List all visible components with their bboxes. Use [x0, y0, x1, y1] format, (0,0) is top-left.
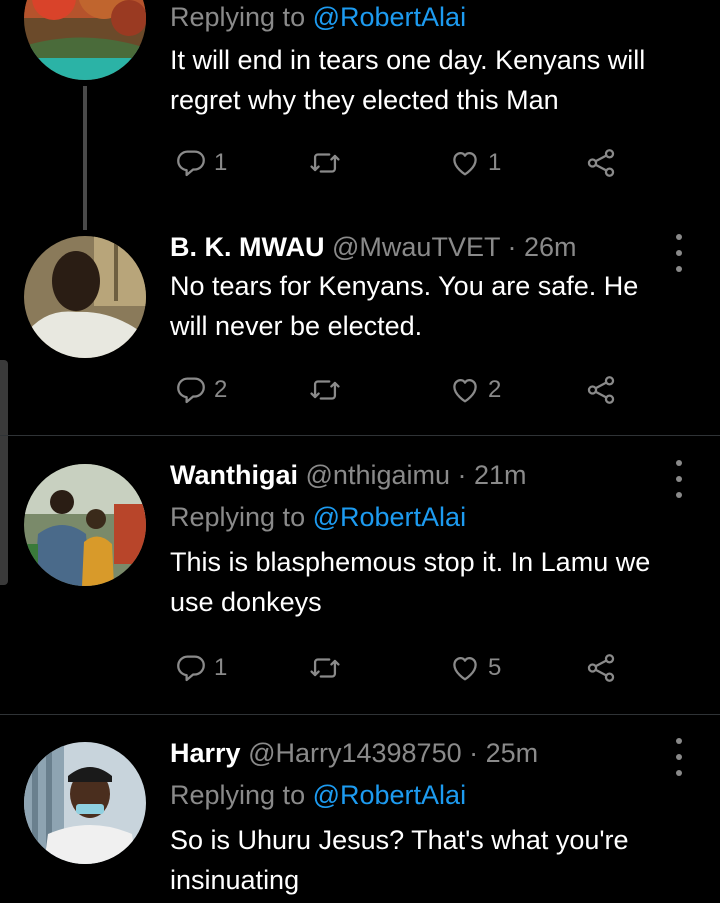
tweet-text: No tears for Kenyans. You are safe. He w…	[170, 271, 639, 341]
avatar-image	[24, 464, 146, 586]
display-name[interactable]: Harry	[170, 738, 241, 768]
reply-button[interactable]: 2	[174, 370, 227, 410]
tweet-text: This is blasphemous stop it. In Lamu we …	[170, 547, 651, 617]
divider	[0, 435, 720, 436]
avatar[interactable]	[24, 742, 146, 864]
timestamp: · 25m	[461, 738, 539, 768]
reply-icon	[177, 150, 205, 177]
retweet-button[interactable]	[308, 143, 342, 183]
more-vertical-icon	[676, 234, 682, 240]
heart-icon	[453, 151, 477, 176]
avatar[interactable]	[24, 0, 146, 80]
display-name[interactable]: B. K. MWAU	[170, 232, 325, 262]
user-handle[interactable]: @Harry14398750	[248, 738, 462, 768]
reply-icon	[177, 377, 205, 404]
tweet-actions: 1 1	[174, 143, 624, 183]
mention-link[interactable]: @RobertAlai	[313, 780, 466, 810]
avatar-image	[24, 236, 146, 358]
share-button[interactable]	[584, 648, 618, 688]
replying-to: Replying to @RobertAlai	[170, 502, 467, 532]
retweet-button[interactable]	[308, 370, 342, 410]
tweet-text: It will end in tears one day. Kenyans wi…	[170, 45, 646, 115]
timestamp: · 26m	[499, 232, 577, 262]
more-options-button[interactable]	[668, 234, 690, 272]
user-handle[interactable]: @MwauTVET	[332, 232, 500, 262]
tweet-1[interactable]: B. K. MWAU @MwauTVET · 26m No tears for …	[0, 230, 720, 435]
retweet-button[interactable]	[308, 648, 342, 688]
more-vertical-icon	[676, 738, 682, 744]
tweet-2[interactable]: Wanthigai @nthigaimu · 21m Replying to @…	[0, 458, 720, 713]
retweet-icon	[310, 380, 340, 400]
share-icon	[587, 149, 615, 177]
divider	[0, 714, 720, 715]
avatar-image	[24, 0, 146, 80]
like-button[interactable]: 5	[448, 648, 501, 688]
more-options-button[interactable]	[668, 738, 690, 776]
tweet-actions: 2 2	[174, 370, 624, 410]
avatar[interactable]	[24, 464, 146, 586]
heart-icon	[453, 378, 477, 403]
share-icon	[587, 376, 615, 404]
more-vertical-icon	[676, 460, 682, 466]
mention-link[interactable]: @RobertAlai	[313, 2, 466, 32]
share-button[interactable]	[584, 370, 618, 410]
thread-line	[83, 86, 87, 230]
reply-button[interactable]: 1	[174, 648, 227, 688]
tweet-header: Wanthigai @nthigaimu · 21m	[170, 458, 680, 492]
like-button[interactable]: 2	[448, 370, 501, 410]
more-options-button[interactable]	[668, 460, 690, 498]
like-count: 5	[488, 654, 502, 681]
tweet-header: Harry @Harry14398750 · 25m	[170, 736, 680, 770]
reply-icon	[177, 655, 205, 682]
timestamp: · 21m	[450, 460, 527, 490]
reply-count: 1	[214, 654, 228, 681]
replying-to: Replying to @RobertAlai	[170, 2, 467, 32]
replying-to: Replying to @RobertAlai	[170, 780, 467, 810]
like-count: 2	[488, 376, 502, 403]
tweet-text: So is Uhuru Jesus? That's what you're in…	[170, 825, 629, 895]
reply-button[interactable]: 1	[174, 143, 227, 183]
retweet-icon	[310, 153, 340, 173]
like-button[interactable]: 1	[448, 143, 501, 183]
tweet-header: B. K. MWAU @MwauTVET · 26m	[170, 230, 680, 264]
heart-icon	[453, 656, 477, 681]
retweet-icon	[310, 658, 340, 678]
tweet-actions: 1 5	[174, 648, 624, 688]
user-handle[interactable]: @nthigaimu	[306, 460, 450, 490]
display-name[interactable]: Wanthigai	[170, 460, 298, 490]
tweet-3[interactable]: Harry @Harry14398750 · 25m Replying to @…	[0, 736, 720, 903]
share-icon	[587, 654, 615, 682]
reply-count: 1	[214, 149, 228, 176]
tweet-0[interactable]: Replying to @RobertAlai It will end in t…	[0, 0, 720, 230]
avatar[interactable]	[24, 236, 146, 358]
mention-link[interactable]: @RobertAlai	[313, 502, 466, 532]
avatar-image	[24, 742, 146, 864]
reply-count: 2	[214, 376, 228, 403]
share-button[interactable]	[584, 143, 618, 183]
like-count: 1	[488, 149, 502, 176]
